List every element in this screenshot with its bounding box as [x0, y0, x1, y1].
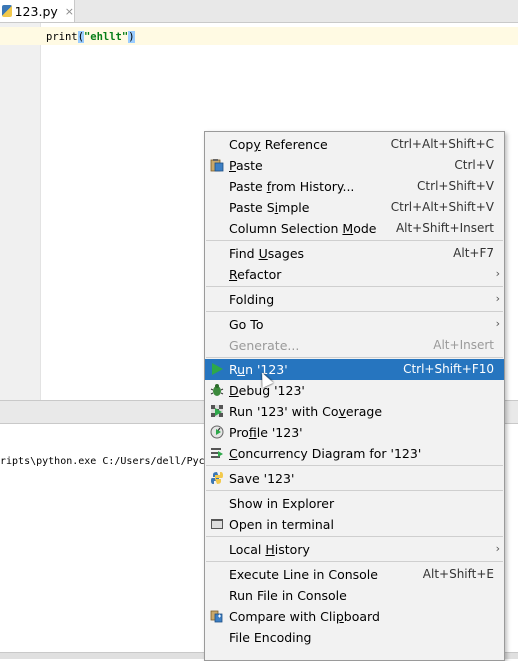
- menu-separator: [206, 240, 503, 241]
- menu-separator: [206, 286, 503, 287]
- menu-item-save[interactable]: Save '123': [205, 468, 504, 489]
- editor-tab-bar: 123.py ×: [0, 0, 518, 23]
- menu-item-paste-simple[interactable]: Paste Simple Ctrl+Alt+Shift+V: [205, 197, 504, 218]
- editor-tab-title: 123.py: [14, 3, 58, 19]
- submenu-arrow-icon: ›: [495, 542, 500, 555]
- close-tab-icon[interactable]: ×: [65, 5, 74, 18]
- menu-item-refactor[interactable]: Refactor ›: [205, 264, 504, 285]
- console-output-line: ripts\python.exe C:/Users/dell/Pych: [0, 456, 211, 467]
- menu-item-profile[interactable]: Profile '123': [205, 422, 504, 443]
- submenu-arrow-icon: ›: [495, 317, 500, 330]
- menu-separator: [206, 311, 503, 312]
- menu-item-file-encoding[interactable]: File Encoding: [205, 627, 504, 648]
- menu-separator: [206, 561, 503, 562]
- debug-icon: [210, 383, 224, 397]
- code-close-paren: ): [128, 31, 135, 43]
- menu-item-go-to[interactable]: Go To ›: [205, 314, 504, 335]
- editor-gutter: [0, 23, 41, 400]
- menu-item-execute-line-in-console[interactable]: Execute Line in Console Alt+Shift+E: [205, 564, 504, 585]
- terminal-icon: [210, 517, 224, 531]
- coverage-icon: [210, 404, 224, 418]
- menu-separator: [206, 357, 503, 358]
- code-func: print: [46, 31, 78, 43]
- paste-icon: [210, 158, 224, 172]
- submenu-arrow-icon: ›: [495, 292, 500, 305]
- menu-separator: [206, 465, 503, 466]
- menu-item-paste-from-history[interactable]: Paste from History... Ctrl+Shift+V: [205, 176, 504, 197]
- python-file-icon: [2, 5, 12, 17]
- compare-icon: [210, 609, 224, 623]
- menu-item-debug[interactable]: Debug '123': [205, 380, 504, 401]
- menu-item-open-in-terminal[interactable]: Open in terminal: [205, 514, 504, 535]
- code-line-1[interactable]: print("ehllt"): [46, 29, 135, 45]
- menu-item-paste[interactable]: Paste Ctrl+V: [205, 155, 504, 176]
- menu-item-show-in-explorer[interactable]: Show in Explorer: [205, 493, 504, 514]
- submenu-arrow-icon: ›: [495, 267, 500, 280]
- menu-separator: [206, 490, 503, 491]
- menu-item-folding[interactable]: Folding ›: [205, 289, 504, 310]
- menu-item-run[interactable]: Run '123' Ctrl+Shift+F10: [205, 359, 504, 380]
- menu-separator: [206, 536, 503, 537]
- code-string: "ehllt": [83, 31, 129, 43]
- menu-item-compare-with-clipboard[interactable]: Compare with Clipboard: [205, 606, 504, 627]
- menu-item-concurrency-diagram[interactable]: Concurrency Diagram for '123': [205, 443, 504, 464]
- menu-item-local-history[interactable]: Local History ›: [205, 539, 504, 560]
- concurrency-icon: [210, 446, 224, 460]
- menu-item-column-selection-mode[interactable]: Column Selection Mode Alt+Shift+Insert: [205, 218, 504, 239]
- menu-item-find-usages[interactable]: Find Usages Alt+F7: [205, 243, 504, 264]
- menu-item-copy-reference[interactable]: Copy Reference Ctrl+Alt+Shift+C: [205, 134, 504, 155]
- menu-item-run-file-in-console[interactable]: Run File in Console: [205, 585, 504, 606]
- editor-tab-123py[interactable]: 123.py ×: [0, 0, 75, 22]
- editor-context-menu: Copy Reference Ctrl+Alt+Shift+C Paste Ct…: [204, 131, 505, 661]
- menu-item-run-with-coverage[interactable]: Run '123' with Coverage: [205, 401, 504, 422]
- run-icon: [210, 362, 224, 376]
- python-icon: [210, 471, 224, 485]
- profile-icon: [210, 425, 224, 439]
- menu-item-generate[interactable]: Generate... Alt+Insert: [205, 335, 504, 356]
